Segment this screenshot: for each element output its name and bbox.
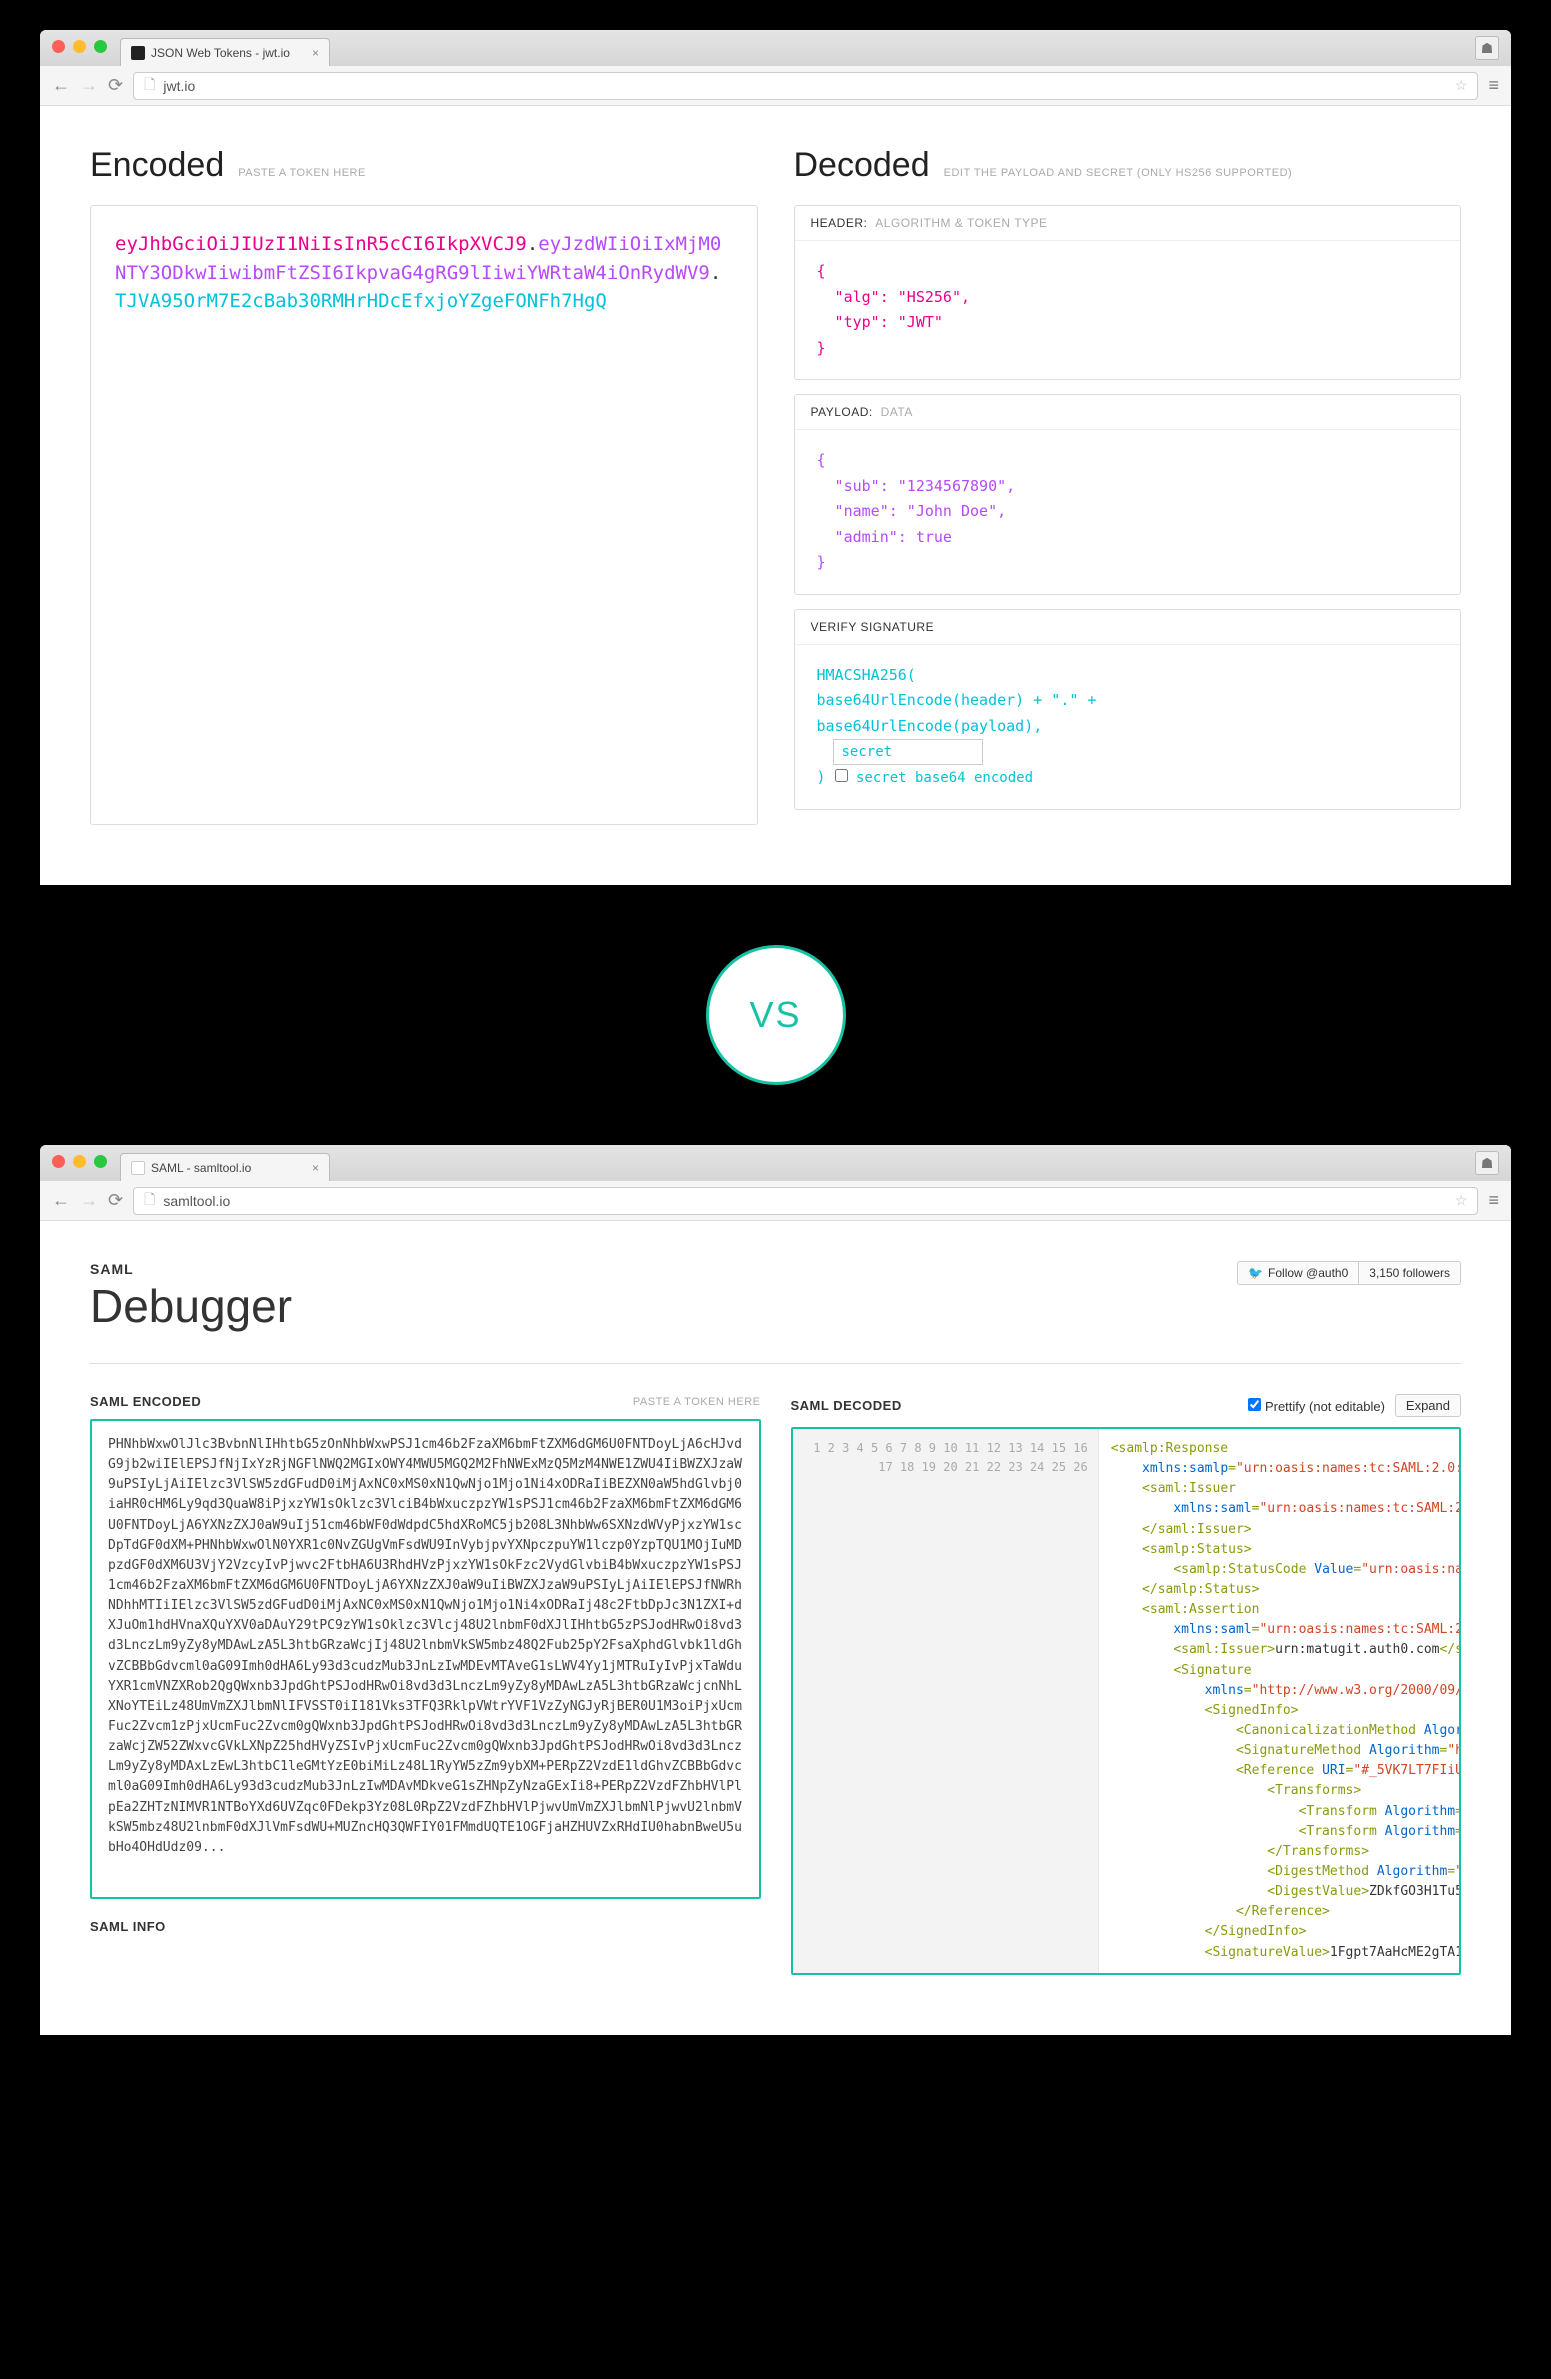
payload-panel-label: PAYLOAD: DATA — [795, 395, 1461, 430]
saml-encoded-input[interactable]: PHNhbWxwOlJlc3BvbnNlIHhtbG5zOnNhbWxwPSJ1… — [90, 1419, 761, 1899]
saml-browser-window: SAML - samltool.io × ☗ ← → ⟳ 🗋 samltool.… — [40, 1145, 1511, 2035]
sig-secret-row — [817, 739, 1439, 765]
window-controls — [52, 40, 107, 53]
encoded-title: Encoded — [90, 146, 224, 185]
saml-title: Debugger — [90, 1279, 292, 1333]
jwt-page: Encoded PASTE A TOKEN HERE eyJhbGciOiJIU… — [40, 106, 1511, 885]
jwt-tabstrip: JSON Web Tokens - jwt.io × ☗ — [40, 30, 1511, 66]
bookmark-icon[interactable]: ☆ — [1455, 1192, 1468, 1209]
maximize-window-button[interactable] — [94, 1155, 107, 1168]
profile-icon[interactable]: ☗ — [1475, 36, 1499, 60]
forward-button[interactable]: → — [80, 75, 98, 96]
close-tab-icon[interactable]: × — [312, 46, 319, 60]
nav-arrows: ← → ⟳ — [52, 75, 123, 96]
saml-encoded-label: SAML ENCODED — [90, 1394, 201, 1409]
saml-encoded-hint: PASTE A TOKEN HERE — [633, 1396, 761, 1408]
expand-button[interactable]: Expand — [1395, 1394, 1461, 1417]
saml-xml-body: <samlp:Response xmlns:samlp="urn:oasis:n… — [1099, 1429, 1459, 1973]
sig-line: base64UrlEncode(header) + "." + — [817, 688, 1439, 714]
reload-button[interactable]: ⟳ — [108, 75, 123, 96]
tab-title: SAML - samltool.io — [151, 1161, 251, 1175]
prettify-toggle[interactable]: Prettify (not editable) — [1248, 1398, 1385, 1414]
decoded-heading: Decoded EDIT THE PAYLOAD AND SECRET (ONL… — [794, 146, 1462, 185]
line-gutter: 1 2 3 4 5 6 7 8 9 10 11 12 13 14 15 16 1… — [793, 1429, 1099, 1973]
minimize-window-button[interactable] — [73, 40, 86, 53]
browser-tab[interactable]: SAML - samltool.io × — [120, 1153, 330, 1181]
url-text: jwt.io — [163, 78, 195, 94]
reload-button[interactable]: ⟳ — [108, 1190, 123, 1211]
prettify-checkbox[interactable] — [1248, 1398, 1261, 1411]
saml-page: SAML Debugger 🐦 Follow @auth0 3,150 foll… — [40, 1221, 1511, 2035]
base64-checkbox[interactable] — [835, 769, 848, 782]
sig-line: HMACSHA256( — [817, 663, 1439, 689]
address-bar[interactable]: 🗋 samltool.io ☆ — [133, 1187, 1478, 1215]
page-icon: 🗋 — [144, 74, 155, 98]
nav-arrows: ← → ⟳ — [52, 1190, 123, 1211]
close-tab-icon[interactable]: × — [312, 1161, 319, 1175]
url-text: samltool.io — [163, 1193, 230, 1209]
header-panel-label: HEADER: ALGORITHM & TOKEN TYPE — [795, 206, 1461, 241]
sig-close-row: ) secret base64 encoded — [817, 765, 1439, 791]
saml-toolbar: ← → ⟳ 🗋 samltool.io ☆ ≡ — [40, 1181, 1511, 1221]
saml-tabstrip: SAML - samltool.io × ☗ — [40, 1145, 1511, 1181]
vs-badge-wrap: VS — [40, 945, 1511, 1085]
signature-body: HMACSHA256( base64UrlEncode(header) + ".… — [795, 645, 1461, 809]
back-button[interactable]: ← — [52, 1190, 70, 1211]
twitter-icon: 🐦 — [1248, 1266, 1263, 1280]
payload-panel: PAYLOAD: DATA { "sub": "1234567890", "na… — [794, 394, 1462, 595]
close-window-button[interactable] — [52, 40, 65, 53]
browser-tab[interactable]: JSON Web Tokens - jwt.io × — [120, 38, 330, 66]
saml-header-row: SAML Debugger 🐦 Follow @auth0 3,150 foll… — [90, 1261, 1461, 1364]
signature-panel: VERIFY SIGNATURE HMACSHA256( base64UrlEn… — [794, 609, 1462, 810]
header-json[interactable]: { "alg": "HS256", "typ": "JWT" } — [795, 241, 1461, 379]
encoded-token-input[interactable]: eyJhbGciOiJIUzI1NiIsInR5cCI6IkpXVCJ9.eyJ… — [90, 205, 758, 825]
saml-decoded-label: SAML DECODED — [791, 1398, 902, 1413]
saml-decoded-view[interactable]: 1 2 3 4 5 6 7 8 9 10 11 12 13 14 15 16 1… — [791, 1427, 1462, 1975]
twitter-follow: 🐦 Follow @auth0 3,150 followers — [1237, 1261, 1461, 1285]
base64-checkbox-label: secret base64 encoded — [856, 770, 1033, 786]
payload-json[interactable]: { "sub": "1234567890", "name": "John Doe… — [795, 430, 1461, 594]
secret-input[interactable] — [833, 739, 983, 765]
followers-count[interactable]: 3,150 followers — [1359, 1261, 1461, 1285]
menu-icon[interactable]: ≡ — [1488, 75, 1499, 96]
saml-sup: SAML — [90, 1261, 292, 1277]
address-bar[interactable]: 🗋 jwt.io ☆ — [133, 72, 1478, 100]
header-panel: HEADER: ALGORITHM & TOKEN TYPE { "alg": … — [794, 205, 1462, 380]
encoded-hint: PASTE A TOKEN HERE — [238, 167, 366, 179]
minimize-window-button[interactable] — [73, 1155, 86, 1168]
profile-icon[interactable]: ☗ — [1475, 1151, 1499, 1175]
vs-badge: VS — [706, 945, 846, 1085]
follow-button[interactable]: 🐦 Follow @auth0 — [1237, 1261, 1359, 1285]
saml-info-label: SAML INFO — [90, 1919, 761, 1934]
signature-panel-label: VERIFY SIGNATURE — [795, 610, 1461, 645]
window-controls — [52, 1155, 107, 1168]
decoded-hint: EDIT THE PAYLOAD AND SECRET (ONLY HS256 … — [944, 167, 1293, 179]
favicon-icon — [131, 1161, 145, 1175]
sig-line: base64UrlEncode(payload), — [817, 714, 1439, 740]
forward-button[interactable]: → — [80, 1190, 98, 1211]
page-icon: 🗋 — [144, 1189, 155, 1213]
close-window-button[interactable] — [52, 1155, 65, 1168]
favicon-icon — [131, 46, 145, 60]
bookmark-icon[interactable]: ☆ — [1455, 77, 1468, 94]
back-button[interactable]: ← — [52, 75, 70, 96]
encoded-heading: Encoded PASTE A TOKEN HERE — [90, 146, 758, 185]
jwt-browser-window: JSON Web Tokens - jwt.io × ☗ ← → ⟳ 🗋 jwt… — [40, 30, 1511, 885]
menu-icon[interactable]: ≡ — [1488, 1190, 1499, 1211]
tab-title: JSON Web Tokens - jwt.io — [151, 46, 290, 60]
decoded-title: Decoded — [794, 146, 930, 185]
maximize-window-button[interactable] — [94, 40, 107, 53]
jwt-toolbar: ← → ⟳ 🗋 jwt.io ☆ ≡ — [40, 66, 1511, 106]
